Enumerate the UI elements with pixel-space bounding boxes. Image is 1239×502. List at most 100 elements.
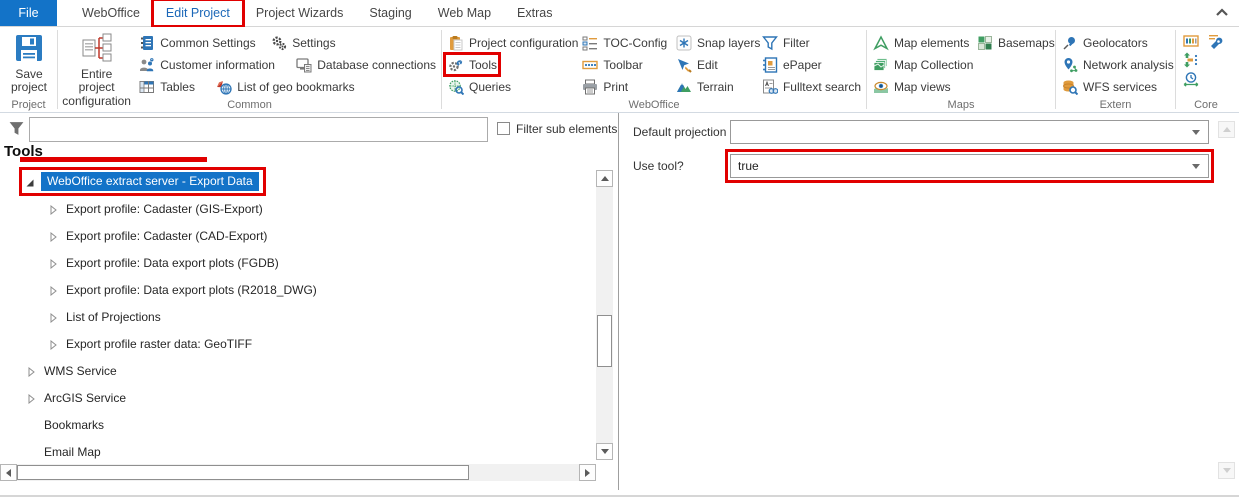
- tab-edit-project[interactable]: Edit Project: [150, 0, 245, 28]
- map-elements-button[interactable]: Map elements: [871, 33, 975, 52]
- collapsed-twisty-icon[interactable]: [48, 312, 58, 323]
- tables-button[interactable]: Tables: [137, 77, 196, 96]
- tree-item-export-profile-fgdb[interactable]: Export profile: Data export plots (FGDB): [0, 249, 594, 276]
- tree-item-arcgis-service[interactable]: ArcGIS Service: [0, 384, 594, 411]
- monitor-list-icon: [296, 57, 312, 73]
- filter-input[interactable]: [29, 117, 488, 142]
- scroll-down-button[interactable]: [596, 443, 613, 460]
- project-configuration-button[interactable]: Project configuration: [446, 33, 580, 52]
- network-analysis-label: Network analysis: [1083, 57, 1174, 72]
- common-settings-button[interactable]: Common Settings: [137, 33, 256, 52]
- geolocators-label: Geolocators: [1083, 35, 1148, 50]
- basemaps-button[interactable]: Basemaps: [975, 33, 1057, 52]
- tree-item-label: WMS Service: [44, 363, 117, 378]
- expanded-twisty-icon[interactable]: [25, 177, 35, 187]
- toolbar-button[interactable]: Toolbar: [580, 55, 674, 74]
- database-connections-button[interactable]: Database connections: [294, 55, 438, 74]
- print-button[interactable]: Print: [580, 77, 674, 96]
- epaper-button[interactable]: ePaper: [760, 55, 863, 74]
- wfs-services-button[interactable]: WFS services: [1060, 77, 1176, 96]
- map-views-label: Map views: [894, 79, 951, 94]
- tab-staging[interactable]: Staging: [356, 0, 424, 26]
- chevron-up-icon[interactable]: [1215, 7, 1229, 19]
- tree-item-wms-service[interactable]: WMS Service: [0, 357, 594, 384]
- map-eye-icon: [873, 79, 889, 95]
- tree-horizontal-scrollbar[interactable]: [0, 464, 596, 481]
- collapsed-twisty-icon[interactable]: [48, 258, 58, 269]
- queries-button[interactable]: Queries: [446, 77, 580, 96]
- layer-order-icon[interactable]: [1183, 52, 1199, 68]
- tab-weboffice[interactable]: WebOffice: [69, 0, 153, 26]
- filter-funnel-icon: [762, 35, 778, 51]
- edit-label: Edit: [696, 57, 718, 72]
- map-collection-button[interactable]: Map Collection: [871, 55, 975, 74]
- map-elements-label: Map elements: [894, 35, 970, 50]
- filter-button[interactable]: Filter: [760, 33, 863, 52]
- scroll-up-button[interactable]: [596, 170, 613, 187]
- tools-button[interactable]: Tools: [443, 52, 501, 77]
- list-of-geo-bookmarks-button[interactable]: List of geo bookmarks: [214, 77, 356, 96]
- tree-item-export-profile-geotiff[interactable]: Export profile raster data: GeoTIFF: [0, 330, 594, 357]
- chevron-down-icon: [1192, 164, 1200, 169]
- tree-item-list-of-projections[interactable]: List of Projections: [0, 303, 594, 330]
- scheduler-clock-icon[interactable]: [1183, 71, 1199, 87]
- snap-asterisk-icon: [676, 35, 692, 51]
- collapsed-twisty-icon[interactable]: [26, 366, 36, 377]
- entire-project-configuration-button[interactable]: Entire project configuration: [62, 30, 131, 108]
- tree-item-export-profile-dwg[interactable]: Export profile: Data export plots (R2018…: [0, 276, 594, 303]
- group-label-extern: Extern: [1099, 99, 1132, 111]
- group-label-core: Core: [1194, 99, 1218, 111]
- project-configuration-label: Project configuration: [469, 35, 579, 50]
- tree-vertical-scrollbar[interactable]: [596, 170, 613, 460]
- collapsed-twisty-icon[interactable]: [48, 204, 58, 215]
- terrain-mountain-icon: [676, 79, 692, 95]
- scrollbar-thumb[interactable]: [597, 315, 612, 367]
- tree-item-email-map[interactable]: Email Map: [0, 438, 594, 465]
- tree-item-label: WebOffice extract server - Export Data: [41, 172, 259, 191]
- settings-button[interactable]: Settings: [269, 33, 337, 52]
- collapsed-twisty-icon[interactable]: [26, 393, 36, 404]
- toc-config-button[interactable]: TOC-Config: [580, 33, 674, 52]
- ribbon-group-common: Entire project configuration Common Sett…: [58, 27, 441, 112]
- default-projection-label: Default projection: [633, 125, 727, 139]
- network-analysis-button[interactable]: Network analysis: [1060, 55, 1176, 74]
- save-project-button[interactable]: Save project: [4, 30, 54, 98]
- filter-label: Filter: [782, 35, 810, 50]
- scroll-left-button[interactable]: [0, 464, 17, 481]
- tables-label: Tables: [160, 79, 195, 94]
- snap-layers-button[interactable]: Snap layers: [674, 33, 760, 52]
- map-views-button[interactable]: Map views: [871, 77, 975, 96]
- group-label-common: Common: [227, 99, 272, 111]
- tree-item-weboffice-extract-server[interactable]: WebOffice extract server - Export Data: [0, 167, 594, 196]
- tree-item-export-profile-cad[interactable]: Export profile: Cadaster (CAD-Export): [0, 222, 594, 249]
- tree-item-label: Export profile: Data export plots (R2018…: [66, 282, 317, 297]
- common-settings-label: Common Settings: [160, 35, 256, 50]
- wrench-config-icon[interactable]: [1207, 33, 1223, 49]
- tab-project-wizards[interactable]: Project Wizards: [243, 0, 357, 26]
- ribbon-group-extern: Geolocators Network analysis WFS service…: [1056, 27, 1175, 112]
- tab-extras[interactable]: Extras: [504, 0, 565, 26]
- filter-sub-elements-checkbox[interactable]: [497, 122, 510, 135]
- customer-information-button[interactable]: Customer information: [137, 55, 276, 74]
- geolocators-button[interactable]: Geolocators: [1060, 33, 1176, 52]
- terrain-button[interactable]: Terrain: [674, 77, 760, 96]
- scroll-right-button[interactable]: [579, 464, 596, 481]
- tree-item-bookmarks[interactable]: Bookmarks: [0, 411, 594, 438]
- toolbar-window-icon[interactable]: [1183, 33, 1199, 49]
- filter-sub-elements-label: Filter sub elements: [516, 122, 618, 136]
- tab-file[interactable]: File: [0, 0, 57, 26]
- tools-tree-panel: Filter sub elements Tools WebOffice extr…: [0, 113, 618, 495]
- gears-icon: [271, 35, 287, 51]
- collapsed-twisty-icon[interactable]: [48, 339, 58, 350]
- tree-item-label: List of Projections: [66, 309, 161, 324]
- scrollbar-thumb[interactable]: [17, 465, 469, 480]
- fulltext-search-button[interactable]: Fulltext search: [760, 77, 863, 96]
- tree-item-export-profile-gis[interactable]: Export profile: Cadaster (GIS-Export): [0, 195, 594, 222]
- default-projection-dropdown[interactable]: [730, 120, 1209, 144]
- collapsed-twisty-icon[interactable]: [48, 285, 58, 296]
- tab-web-map[interactable]: Web Map: [425, 0, 504, 26]
- ribbon-tab-bar: File WebOffice Edit Project Project Wiza…: [0, 0, 1239, 28]
- edit-button[interactable]: Edit: [674, 55, 760, 74]
- collapsed-twisty-icon[interactable]: [48, 231, 58, 242]
- use-tool-dropdown[interactable]: true: [725, 149, 1214, 183]
